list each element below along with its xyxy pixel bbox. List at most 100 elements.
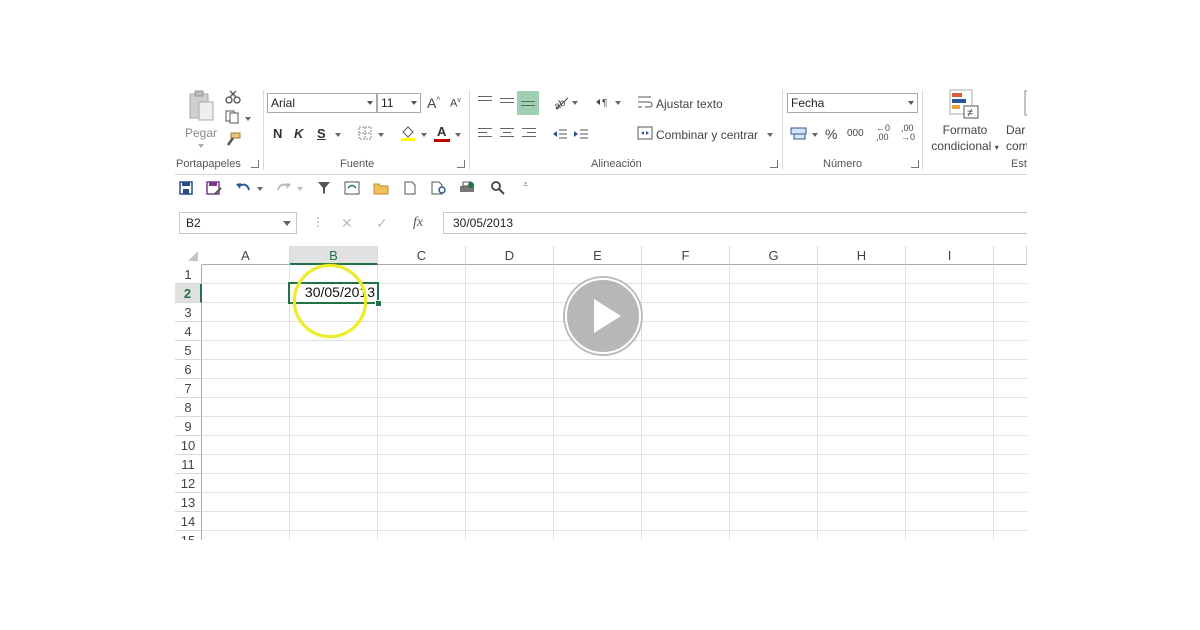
merge-dropdown-icon[interactable] <box>767 133 773 137</box>
row-header-7[interactable]: 7 <box>175 379 202 398</box>
thousands-button[interactable]: 000 <box>847 128 864 139</box>
merge-center-button[interactable]: Combinar y centrar <box>656 128 758 142</box>
undo-dropdown-icon[interactable] <box>257 187 263 191</box>
column-header-h[interactable]: H <box>818 246 906 265</box>
print-icon[interactable] <box>459 181 475 195</box>
align-left-icon[interactable] <box>478 128 492 140</box>
column-header-c[interactable]: C <box>378 246 466 265</box>
decrease-indent-icon[interactable] <box>552 128 568 140</box>
fill-color-icon[interactable] <box>400 124 416 142</box>
paste-button[interactable]: Pegar <box>183 90 219 148</box>
column-header-d[interactable]: D <box>466 246 554 265</box>
copy-dropdown-icon[interactable] <box>245 117 251 121</box>
column-header-i[interactable]: I <box>906 246 994 265</box>
column-header-g[interactable]: G <box>730 246 818 265</box>
borders-dropdown-icon[interactable] <box>378 133 384 137</box>
align-bottom-icon[interactable] <box>517 91 539 115</box>
font-launcher-icon[interactable] <box>457 160 465 168</box>
underline-dropdown-icon[interactable] <box>335 133 341 137</box>
insert-function-button[interactable]: fx <box>413 215 423 231</box>
customize-qat-icon[interactable]: ⩡ <box>523 179 528 190</box>
accounting-format-icon[interactable] <box>790 126 808 140</box>
refresh-table-icon[interactable] <box>344 181 360 195</box>
format-as-table-button[interactable]: Dar com <box>1006 122 1027 154</box>
wrap-text-icon[interactable] <box>637 95 653 109</box>
conditional-format-button[interactable]: Formato condicional ▾ <box>929 122 1001 156</box>
rtl-dropdown-icon[interactable] <box>615 101 621 105</box>
alignment-launcher-icon[interactable] <box>770 160 778 168</box>
copy-icon[interactable] <box>225 110 241 124</box>
row-header-11[interactable]: 11 <box>175 455 202 474</box>
increase-indent-icon[interactable] <box>573 128 589 140</box>
new-file-icon[interactable] <box>404 181 416 195</box>
cancel-entry-button[interactable]: ✕ <box>341 215 353 232</box>
undo-icon[interactable] <box>235 181 251 195</box>
font-name-value: Arial <box>271 96 296 110</box>
italic-button[interactable]: K <box>294 126 303 141</box>
row-header-10[interactable]: 10 <box>175 436 202 455</box>
percent-button[interactable]: % <box>825 126 837 142</box>
select-all-icon[interactable] <box>175 246 202 265</box>
row-header-6[interactable]: 6 <box>175 360 202 379</box>
redo-dropdown-icon[interactable] <box>297 187 303 191</box>
conditional-format-icon[interactable]: ≠ <box>948 88 980 120</box>
confirm-entry-button[interactable]: ✓ <box>376 215 388 232</box>
row-header-5[interactable]: 5 <box>175 341 202 360</box>
align-middle-icon[interactable] <box>500 98 514 106</box>
format-as-table-icon[interactable] <box>1024 90 1027 116</box>
font-size-combo[interactable]: 11 <box>377 93 421 113</box>
filter-icon[interactable] <box>317 181 331 195</box>
row-header-4[interactable]: 4 <box>175 322 202 341</box>
column-header-a[interactable]: A <box>202 246 290 265</box>
clipboard-launcher-icon[interactable] <box>251 160 259 168</box>
paste-dropdown-icon[interactable] <box>198 144 204 148</box>
column-header-f[interactable]: F <box>642 246 730 265</box>
orientation-icon[interactable]: ab <box>552 94 570 110</box>
underline-button[interactable]: S <box>317 126 326 141</box>
rtl-direction-icon[interactable]: ¶ <box>595 96 613 110</box>
row-header-15[interactable]: 15 <box>175 531 202 540</box>
fill-color-dropdown-icon[interactable] <box>421 133 427 137</box>
row-header-12[interactable]: 12 <box>175 474 202 493</box>
font-color-dropdown-icon[interactable] <box>455 133 461 137</box>
align-top-icon[interactable] <box>478 96 492 104</box>
increase-font-button[interactable]: A^ <box>427 95 440 111</box>
bold-button[interactable]: N <box>273 126 282 141</box>
align-right-icon[interactable] <box>522 128 536 140</box>
row-header-14[interactable]: 14 <box>175 512 202 531</box>
row-header-9[interactable]: 9 <box>175 417 202 436</box>
number-launcher-icon[interactable] <box>911 160 919 168</box>
format-painter-icon[interactable] <box>225 132 241 146</box>
borders-icon[interactable] <box>358 126 372 140</box>
fill-handle[interactable] <box>375 300 382 307</box>
number-format-combo[interactable]: Fecha <box>787 93 918 113</box>
name-box[interactable]: B2 <box>179 212 297 234</box>
row-header-8[interactable]: 8 <box>175 398 202 417</box>
wrap-text-button[interactable]: Ajustar texto <box>656 97 723 111</box>
row-header-13[interactable]: 13 <box>175 493 202 512</box>
font-color-button[interactable]: A <box>434 124 450 142</box>
column-header-b[interactable]: B <box>290 246 378 265</box>
align-center-icon[interactable] <box>500 128 514 140</box>
print-preview-icon[interactable] <box>431 181 447 195</box>
row-header-2[interactable]: 2 <box>175 284 202 303</box>
formula-bar-grip-icon: ⋮ <box>312 215 324 229</box>
formula-input[interactable]: 30/05/2013 <box>443 212 1027 234</box>
open-folder-icon[interactable] <box>373 181 389 195</box>
row-header-1[interactable]: 1 <box>175 265 202 284</box>
decrease-decimal-button[interactable]: ,00 →0 <box>901 124 915 142</box>
save-as-icon[interactable] <box>206 181 222 195</box>
redo-icon[interactable] <box>276 181 292 195</box>
font-name-combo[interactable]: Arial <box>267 93 377 113</box>
cut-icon[interactable] <box>225 90 241 104</box>
orientation-dropdown-icon[interactable] <box>572 101 578 105</box>
play-icon[interactable] <box>565 278 641 354</box>
decrease-font-button[interactable]: Av <box>450 97 461 110</box>
accounting-dropdown-icon[interactable] <box>812 133 818 137</box>
column-header-e[interactable]: E <box>554 246 642 265</box>
search-icon[interactable] <box>491 181 505 195</box>
save-icon[interactable] <box>179 181 193 195</box>
increase-decimal-button[interactable]: ←0 ,00 <box>876 124 890 142</box>
merge-center-icon[interactable] <box>637 126 653 140</box>
row-header-3[interactable]: 3 <box>175 303 202 322</box>
